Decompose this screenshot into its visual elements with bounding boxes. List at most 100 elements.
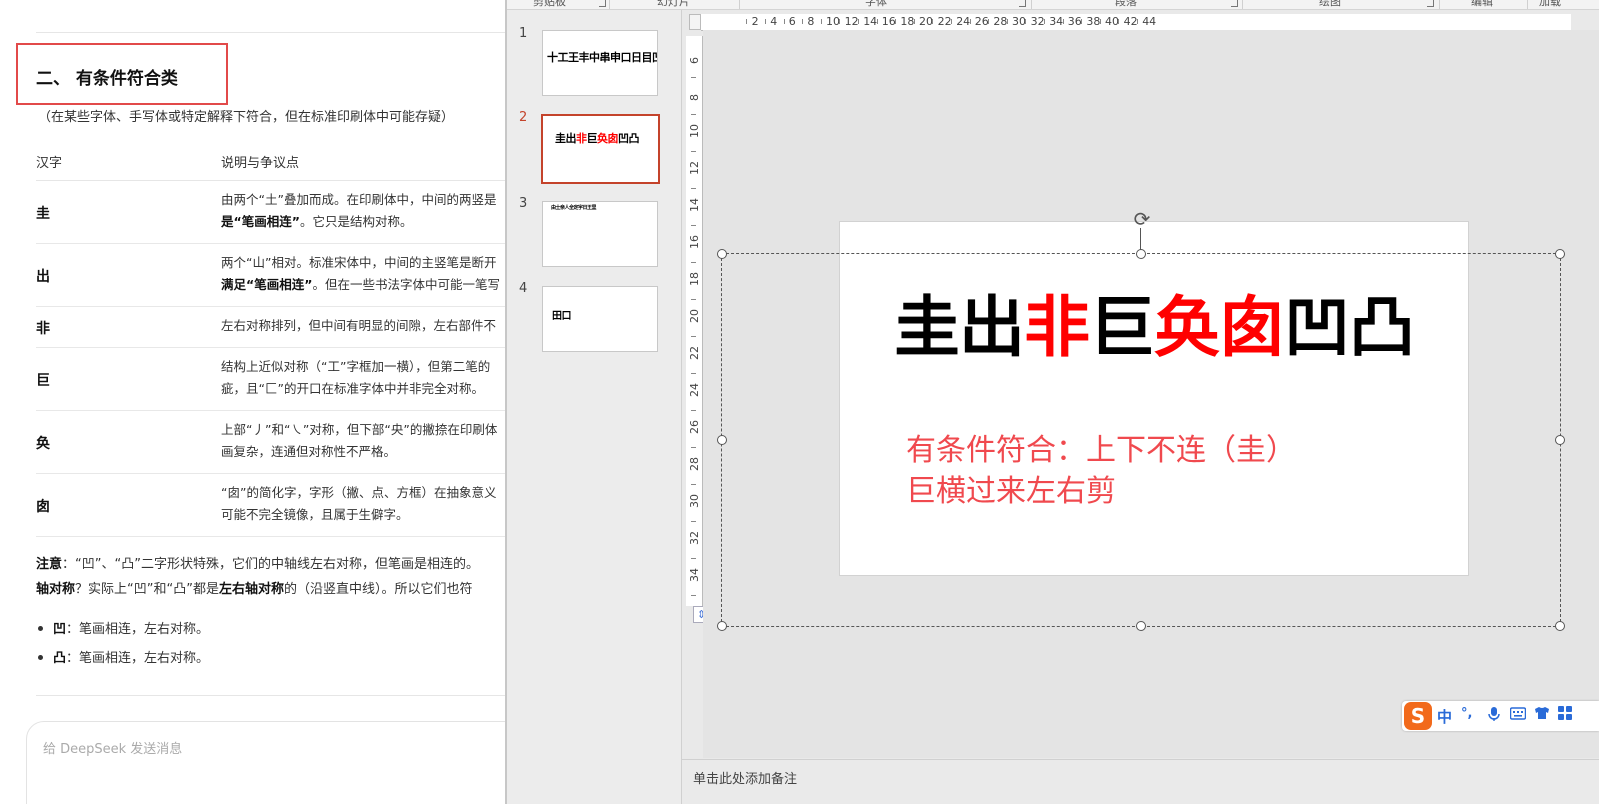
message-input[interactable]: 给 DeepSeek 发送消息 <box>26 721 505 804</box>
dialog-launcher-icon[interactable] <box>1231 0 1238 7</box>
tab-stop-selector[interactable] <box>689 14 701 30</box>
ribbon-group-paragraph[interactable]: 段落 <box>1115 0 1137 9</box>
thumbnail-text: 圭出非巨奂囱凹凸 <box>555 130 639 146</box>
ruler-label: 20 <box>919 15 933 28</box>
ruler-tick <box>691 224 696 226</box>
ruler-label: 38 <box>1086 15 1101 28</box>
ruler-tick <box>691 483 696 485</box>
ruler-tick <box>691 372 696 374</box>
slide-thumbnail-4[interactable]: 田口 <box>542 286 658 352</box>
thumbnail-title-char: 凹 <box>618 132 629 145</box>
ribbon-group-clipboard[interactable]: 剪贴板 <box>533 0 566 9</box>
ruler-label: 24 <box>956 15 971 28</box>
ruler-tick <box>820 19 822 24</box>
ruler-label: 10 <box>688 124 701 138</box>
ruler-tick <box>857 19 859 24</box>
mic-icon[interactable] <box>1488 706 1500 726</box>
vertical-ruler[interactable]: 6 8 10 12 14 16 18 20 22 24 26 28 30 32 34 <box>686 36 703 606</box>
selection-box[interactable] <box>717 249 1565 631</box>
message-input-placeholder: 给 DeepSeek 发送消息 <box>43 742 183 757</box>
ruler-tick <box>764 19 766 24</box>
ribbon-separator <box>609 0 610 9</box>
ruler-label: 30 <box>688 494 701 508</box>
thumbnail-title-char: 凸 <box>628 132 640 145</box>
resize-handle[interactable] <box>717 249 727 259</box>
ruler-label: 20 <box>688 309 701 323</box>
sogou-logo-icon[interactable]: S <box>1404 702 1432 730</box>
ruler-tick <box>1118 19 1120 24</box>
keyboard-icon[interactable] <box>1509 706 1527 724</box>
ribbon-group-editing[interactable]: 编辑 <box>1471 0 1493 9</box>
row-char: 非 <box>36 321 50 337</box>
notes-pane[interactable]: 单击此处添加备注 <box>682 759 1599 804</box>
table-row: 出 两个“山”相对。标准宋体中，中间的主竖笔是断开 满足“笔画相连”。但在一些书法… <box>36 244 505 307</box>
thumbnail-text: 十工王丰中串申口日目凹 <box>547 51 658 64</box>
table-row: 圭 由两个“土”叠加而成。在印刷体中，中间的两竖是 是“笔画相连”。它只是结构对称… <box>36 181 505 244</box>
ribbon-group-drawing[interactable]: 绘图 <box>1319 0 1341 9</box>
ruler-tick <box>783 19 785 24</box>
slide-thumbnail-3[interactable]: 由士亲人全定宇日王里 <box>542 201 658 267</box>
ruler-tick <box>839 19 841 24</box>
thumbnail-text: 田口 <box>552 311 572 322</box>
slide-thumbnail-1[interactable]: 十工王丰中串申口日目凹 <box>542 30 658 96</box>
slide-editing-canvas[interactable]: 圭出非巨奂囱凹凸 有条件符合：上下不连（圭） 巨横过来左右剪 ⟳ <box>703 30 1599 758</box>
ruler-label: 26 <box>688 420 701 434</box>
resize-handle[interactable] <box>1555 621 1565 631</box>
thumbnail-title-char: 囱 <box>607 132 619 145</box>
dialog-launcher-icon[interactable] <box>599 0 606 7</box>
ruler-label: 6 <box>788 15 796 28</box>
note-paragraph: 注意：“凹”、“凸”二字形状特殊，它们的中轴线左右对称，但笔画是相连的。 轴对称… <box>36 557 479 597</box>
ribbon-group-slides[interactable]: 幻灯片 <box>657 0 690 9</box>
ruler-tick <box>691 446 696 448</box>
ribbon-separator <box>1031 0 1032 9</box>
ruler-label: 12 <box>844 15 859 28</box>
skin-icon[interactable] <box>1534 706 1550 724</box>
dialog-launcher-icon[interactable] <box>1427 0 1434 7</box>
horizontal-ruler[interactable]: 2 4 6 8 10 12 14 16 18 20 22 24 26 28 30 32 34 36 38 40 42 44 <box>701 14 1571 31</box>
ruler-label: 36 <box>1067 15 1082 28</box>
ruler-label: 40 <box>1105 15 1119 28</box>
ribbon-group-addins[interactable]: 加载 <box>1539 0 1561 9</box>
thumbnail-title-char: 巨 <box>586 132 598 145</box>
rotate-handle-icon[interactable]: ⟳ <box>1131 208 1153 230</box>
ruler-tick <box>691 409 696 411</box>
bullet-icon <box>38 626 43 631</box>
divider <box>36 695 505 696</box>
row-char: 囱 <box>36 499 50 515</box>
ime-language-toggle[interactable]: 中 <box>1437 706 1452 727</box>
resize-handle[interactable] <box>1555 435 1565 445</box>
resize-handle[interactable] <box>717 435 727 445</box>
row-char: 奂 <box>36 436 50 452</box>
resize-handle[interactable] <box>717 621 727 631</box>
section-title: 二、 有条件符合类 <box>36 69 178 89</box>
ruler-tick <box>988 19 990 24</box>
ime-punct-toggle[interactable]: °, <box>1461 706 1472 721</box>
row-char: 圭 <box>36 206 50 222</box>
bullet-icon <box>38 655 43 660</box>
row-desc: 上部“丿”和“㇏”对称，但下部“央”的撇捺在印刷体 画复杂，连通但对称性不严格。 <box>221 422 498 459</box>
ruler-label: 34 <box>688 568 701 582</box>
ruler-tick <box>1099 19 1101 24</box>
ruler-tick <box>691 557 696 559</box>
row-desc: 两个“山”相对。标准宋体中，中间的主竖笔是断开 满足“笔画相连”。但在一些书法字体… <box>221 255 500 292</box>
dialog-launcher-icon[interactable] <box>1019 0 1026 7</box>
ruler-label: 28 <box>688 457 701 471</box>
ruler-label: 18 <box>688 272 701 286</box>
toolbox-icon[interactable] <box>1558 706 1572 724</box>
table-header-char: 汉字 <box>36 156 63 171</box>
divider <box>36 32 505 33</box>
ribbon-group-font[interactable]: 字体 <box>865 0 887 9</box>
resize-handle[interactable] <box>1136 249 1146 259</box>
thumbnail-title-char: 非 <box>576 132 587 145</box>
ime-toolbar[interactable]: S 中 °, <box>1402 701 1599 731</box>
table-row: 巨 结构上近似对称（“工”字框加一横），但第二笔的 疵，且“匚”的开口在标准字体中… <box>36 348 505 411</box>
slide-thumbnail-2[interactable]: 圭出非巨奂囱凹凸 <box>541 114 660 184</box>
ruler-tick <box>691 594 696 596</box>
ruler-tick <box>950 19 952 24</box>
ruler-tick <box>691 520 696 522</box>
resize-handle[interactable] <box>1136 621 1146 631</box>
resize-handle[interactable] <box>1555 249 1565 259</box>
ruler-label: 30 <box>1012 15 1026 28</box>
ruler-label: 16 <box>881 15 896 28</box>
ruler-tick <box>691 335 696 337</box>
